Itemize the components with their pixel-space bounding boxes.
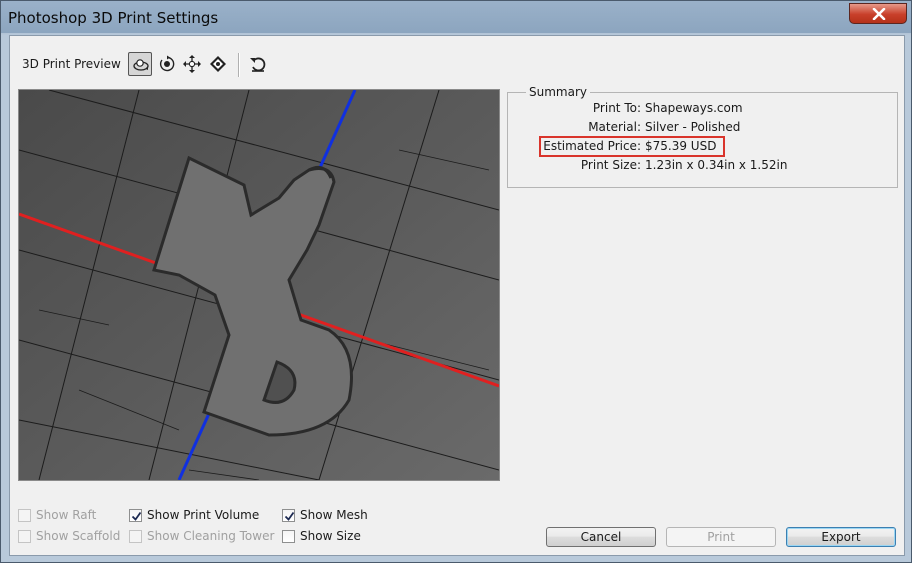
preview-label: 3D Print Preview: [22, 57, 121, 71]
export-button[interactable]: Export: [786, 527, 896, 547]
close-button[interactable]: [849, 3, 907, 24]
price-highlight-box: [539, 136, 725, 157]
show-size-label: Show Size: [300, 529, 361, 543]
summary-row-print-to: Print To: Shapeways.com: [508, 101, 899, 117]
pan-icon: [183, 55, 201, 73]
checkmark-icon: [131, 511, 142, 521]
print-to-value: Shapeways.com: [645, 101, 743, 115]
print-size-value: 1.23in x 0.34in x 1.52in: [645, 158, 788, 172]
roll-tool-button[interactable]: [155, 52, 179, 76]
title-bar[interactable]: Photoshop 3D Print Settings: [1, 1, 911, 33]
dialog-window: Photoshop 3D Print Settings 3D Print Pre…: [0, 0, 912, 563]
print-size-label: Print Size:: [580, 158, 641, 172]
summary-legend: Summary: [526, 85, 590, 99]
slide-icon: [210, 56, 226, 72]
slide-tool-button[interactable]: [206, 52, 230, 76]
cancel-button[interactable]: Cancel: [546, 527, 656, 547]
show-cleaning-tower-box[interactable]: [129, 530, 142, 543]
pan-tool-button[interactable]: [180, 52, 204, 76]
show-cleaning-tower-label: Show Cleaning Tower: [147, 529, 275, 543]
window-title: Photoshop 3D Print Settings: [8, 9, 219, 27]
toolbar-separator: [238, 53, 240, 77]
print-button[interactable]: Print: [666, 527, 776, 547]
close-icon: [872, 8, 886, 20]
show-print-volume-box[interactable]: [129, 509, 142, 522]
print-to-label: Print To:: [592, 101, 641, 115]
orbit-tool-button[interactable]: [128, 52, 152, 76]
summary-group: Summary Print To: Shapeways.com Material…: [507, 85, 899, 188]
checkmark-icon: [284, 511, 295, 521]
summary-row-print-size: Print Size: 1.23in x 0.34in x 1.52in: [508, 158, 899, 174]
material-value: Silver - Polished: [645, 120, 741, 134]
material-label: Material:: [588, 120, 641, 134]
show-print-volume-label: Show Print Volume: [147, 508, 260, 522]
show-raft-box[interactable]: [18, 509, 31, 522]
show-scaffold-label: Show Scaffold: [36, 529, 121, 543]
reset-view-button[interactable]: [246, 52, 270, 76]
3d-preview-viewport[interactable]: [18, 89, 500, 481]
show-mesh-label: Show Mesh: [300, 508, 368, 522]
summary-row-material: Material: Silver - Polished: [508, 120, 899, 136]
print-bed-scene: [19, 90, 499, 480]
roll-icon: [159, 55, 175, 72]
show-scaffold-box[interactable]: [18, 530, 31, 543]
reset-view-icon: [250, 57, 266, 72]
dialog-body: 3D Print Preview Summary Print To: Shape…: [9, 35, 905, 556]
show-raft-label: Show Raft: [36, 508, 97, 522]
show-mesh-box[interactable]: [282, 509, 295, 522]
show-size-box[interactable]: [282, 530, 295, 543]
orbit-icon: [133, 59, 149, 71]
